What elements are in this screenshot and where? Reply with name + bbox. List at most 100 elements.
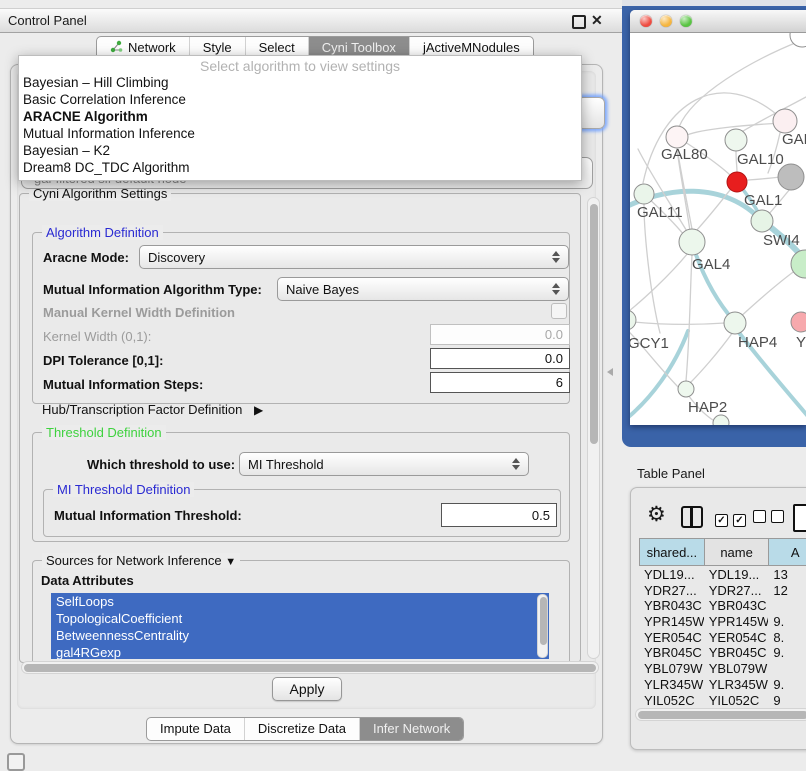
tab-discretize-data[interactable]: Discretize Data xyxy=(244,718,359,740)
network-node-Y[interactable] xyxy=(791,312,806,332)
node-label: SWI4 xyxy=(763,232,800,249)
data-attribute-item[interactable]: gal4RGexp xyxy=(51,644,549,659)
minimize-traffic-light-icon[interactable] xyxy=(660,15,672,27)
dock-mini-icon[interactable] xyxy=(7,753,25,771)
settings-vertical-scrollbar[interactable] xyxy=(587,197,600,659)
network-edge[interactable] xyxy=(738,267,800,319)
network-edge[interactable] xyxy=(748,177,780,180)
splitter-collapse-icon[interactable] xyxy=(607,368,613,376)
table-cell: YLR345W xyxy=(704,676,769,692)
algorithm-definition-group: Algorithm Definition Aracne Mode: Discov… xyxy=(32,232,570,404)
table-row[interactable]: YBR043CYBR043C xyxy=(639,597,806,613)
mi-steps-field[interactable]: 6 xyxy=(430,372,570,393)
network-graph[interactable]: GALGAL80GAL10GAL1GAL11SWI4GAL4GCY1HAP4YH… xyxy=(630,33,806,425)
tab-label: Select xyxy=(259,40,295,55)
data-attributes-list[interactable]: SelfLoopsTopologicalCoefficientBetweenne… xyxy=(51,593,549,659)
network-edge[interactable] xyxy=(630,321,725,324)
table-cell: YDL19... xyxy=(704,566,769,582)
network-node-HAP4[interactable] xyxy=(724,312,746,334)
deselect-all-icon[interactable] xyxy=(753,510,789,528)
network-node[interactable] xyxy=(790,33,806,47)
network-node-GAL10[interactable] xyxy=(725,129,747,151)
network-edge[interactable] xyxy=(740,97,806,133)
table-row[interactable]: YBR045CYBR045C9. xyxy=(639,644,806,660)
dpi-tolerance-field[interactable]: 0.0 xyxy=(430,348,570,369)
network-view-frame: GALGAL80GAL10GAL1GAL11SWI4GAL4GCY1HAP4YH… xyxy=(622,6,806,447)
tab-label: Infer Network xyxy=(373,721,450,736)
network-edge[interactable] xyxy=(643,93,782,183)
checked-box-icon: ✓ xyxy=(715,514,728,527)
sources-title[interactable]: Sources for Network Inference ▼ xyxy=(42,553,240,568)
tab-infer-network[interactable]: Infer Network xyxy=(359,718,463,740)
tab-impute-data[interactable]: Impute Data xyxy=(147,718,244,740)
table-row[interactable]: YDR27...YDR27...12 xyxy=(639,582,806,598)
table-row[interactable]: YPR145WYPR145W9. xyxy=(639,613,806,629)
unchecked-box-icon xyxy=(753,510,766,523)
network-node[interactable] xyxy=(713,415,729,425)
network-node-HAP2[interactable] xyxy=(678,381,694,397)
table-row[interactable]: YIL052CYIL052C9 xyxy=(639,692,806,708)
table-row[interactable]: YLR345WYLR345W9. xyxy=(639,676,806,692)
kernel-width-field[interactable]: 0.0 xyxy=(430,324,570,345)
manual-kernel-label: Manual Kernel Width Definition xyxy=(43,305,235,320)
table-cell: YLR345W xyxy=(639,676,704,692)
select-all-icon[interactable]: ✓✓ xyxy=(715,510,751,528)
threshold-definition-group: Threshold Definition Which threshold to … xyxy=(32,432,570,542)
network-canvas[interactable]: GALGAL80GAL10GAL1GAL11SWI4GAL4GCY1HAP4YH… xyxy=(630,33,806,425)
tab-label: Cyni Toolbox xyxy=(322,40,396,55)
network-node-GAL1[interactable] xyxy=(727,172,747,192)
network-node-GAL11[interactable] xyxy=(634,184,654,204)
network-node-GAL80[interactable] xyxy=(666,126,688,148)
network-node[interactable] xyxy=(791,250,806,278)
table-cell: 12 xyxy=(768,582,806,598)
mi-threshold-field[interactable]: 0.5 xyxy=(441,503,557,527)
column-layout-icon[interactable] xyxy=(681,506,703,528)
aracne-mode-combo[interactable]: Discovery xyxy=(139,245,569,269)
table-row[interactable]: YER054CYER054C8. xyxy=(639,629,806,645)
gear-icon[interactable]: ⚙ xyxy=(647,504,666,526)
algorithm-option[interactable]: ARACNE Algorithm xyxy=(19,108,581,125)
table-cell xyxy=(768,597,806,613)
data-attribute-item[interactable]: SelfLoops xyxy=(51,593,549,610)
table-row[interactable]: YDL19...YDL19...13 xyxy=(639,566,806,582)
which-threshold-combo[interactable]: MI Threshold xyxy=(239,452,529,476)
apply-button[interactable]: Apply xyxy=(272,677,342,701)
network-edge[interactable] xyxy=(630,253,688,315)
mi-algorithm-type-combo[interactable]: Naive Bayes xyxy=(277,277,569,301)
network-edge[interactable] xyxy=(690,332,733,383)
table-horizontal-scrollbar[interactable] xyxy=(635,708,806,721)
file-icon[interactable] xyxy=(793,504,806,532)
column-header-shared[interactable]: shared... xyxy=(639,539,704,565)
zoom-traffic-light-icon[interactable] xyxy=(680,15,692,27)
data-attribute-item[interactable]: TopologicalCoefficient xyxy=(51,610,549,627)
algorithm-option[interactable]: Basic Correlation Inference xyxy=(19,91,581,108)
table-cell: 9. xyxy=(768,644,806,660)
algorithm-option[interactable]: Dream8 DC_TDC Algorithm xyxy=(19,159,581,176)
network-node-GCY1[interactable] xyxy=(630,310,636,330)
algorithm-option[interactable]: Mutual Information Inference xyxy=(19,125,581,142)
settings-horizontal-scrollbar[interactable] xyxy=(21,661,599,674)
network-window-titlebar[interactable] xyxy=(630,10,806,33)
network-node-GAL[interactable] xyxy=(773,109,797,133)
float-window-icon[interactable] xyxy=(572,15,586,29)
table-cell: 8. xyxy=(768,629,806,645)
hub-expander[interactable]: Hub/Transcription Factor Definition ▶ xyxy=(42,402,263,417)
table-row[interactable]: YBL079WYBL079W xyxy=(639,660,806,676)
combo-stepper-icon xyxy=(551,283,560,295)
which-threshold-label: Which threshold to use: xyxy=(87,457,235,472)
attribute-list-vertical-scrollbar[interactable] xyxy=(537,594,548,658)
network-edge[interactable] xyxy=(686,255,692,381)
network-node[interactable] xyxy=(778,164,804,190)
network-node-SWI4[interactable] xyxy=(751,210,773,232)
algorithm-option[interactable]: Bayesian – Hill Climbing xyxy=(19,74,581,91)
column-header-name[interactable]: name xyxy=(704,539,769,565)
network-edge[interactable] xyxy=(692,243,734,321)
network-node-GAL4[interactable] xyxy=(679,229,705,255)
column-header-A[interactable]: A xyxy=(768,539,806,565)
manual-kernel-checkbox[interactable] xyxy=(551,303,567,319)
network-edge[interactable] xyxy=(644,204,660,333)
data-attribute-item[interactable]: BetweennessCentrality xyxy=(51,627,549,644)
algorithm-option[interactable]: Bayesian – K2 xyxy=(19,142,581,159)
close-traffic-light-icon[interactable] xyxy=(640,15,652,27)
close-icon[interactable]: ✕ xyxy=(591,12,603,29)
